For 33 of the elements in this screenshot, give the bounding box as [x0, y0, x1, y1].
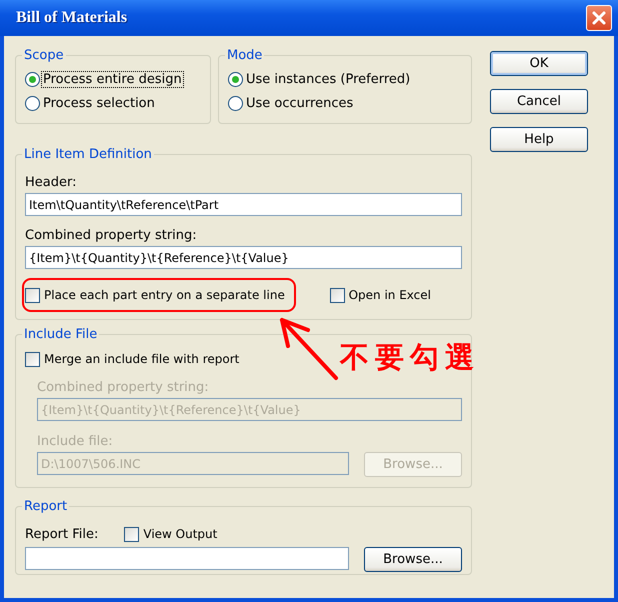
field-label: Combined property string: [37, 380, 209, 395]
radio-label[interactable]: Use instances (Preferred) [245, 72, 412, 86]
checkbox[interactable]: View Output [124, 523, 218, 545]
annotation-text: 不要勾選 [340, 339, 480, 376]
property-string-field[interactable]: {Item}\t{Quantity}\t{Reference}\t{Value} [25, 246, 462, 269]
radio-button[interactable] [228, 96, 243, 110]
group-title: Line Item Definition [23, 147, 153, 162]
radio-label[interactable]: Use occurrences [245, 96, 354, 110]
report-file-field[interactable] [25, 547, 349, 570]
close-button[interactable] [586, 5, 612, 31]
browse-button[interactable]: Browse... [364, 547, 462, 572]
group-title: Include File [23, 327, 98, 342]
dialog-button[interactable]: Help [490, 127, 588, 152]
checkbox[interactable]: Merge an include file with report [25, 348, 240, 370]
checkbox[interactable]: Place each part entry on a separate line [25, 284, 286, 306]
radio-button[interactable] [25, 72, 40, 86]
field-label: Header: [25, 175, 76, 190]
dialog-button[interactable]: OK [490, 51, 588, 76]
field-label: Combined property string: [25, 228, 197, 243]
radio-label[interactable]: Process entire design [42, 72, 183, 86]
radio-button[interactable] [228, 72, 243, 86]
field-label: Report File: [25, 526, 98, 542]
radio-button[interactable] [25, 96, 40, 110]
window-title: Bill of Materials [16, 9, 128, 27]
checkbox[interactable]: Open in Excel [330, 284, 432, 306]
close-icon [591, 10, 607, 26]
field-label: Include file: [37, 434, 113, 449]
header-field[interactable]: Item\tQuantity\tReference\tPart [25, 193, 462, 216]
radio-label[interactable]: Process selection [42, 96, 156, 110]
group-title: Scope [23, 48, 65, 63]
group-title: Report [23, 499, 68, 514]
dialog-button[interactable]: Cancel [490, 89, 588, 114]
group-title: Mode [226, 48, 264, 63]
